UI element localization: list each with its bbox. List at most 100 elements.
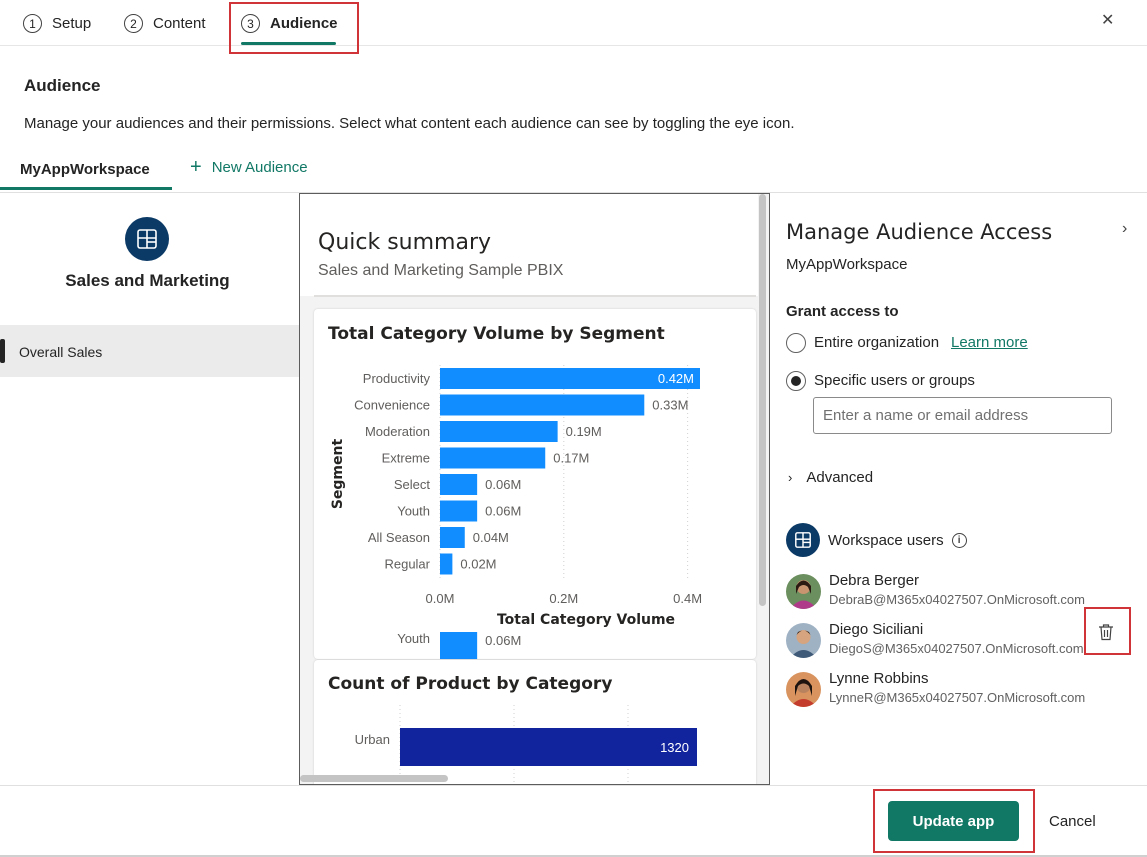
- chevron-right-icon: ›: [788, 470, 793, 485]
- report-subtitle: Sales and Marketing Sample PBIX: [318, 262, 564, 279]
- data-label: 0.06M: [485, 477, 521, 492]
- nav-item-overall-sales[interactable]: Overall Sales: [0, 325, 299, 377]
- app-navigation: Sales and Marketing Overall Sales: [0, 193, 299, 785]
- category-label: All Season: [368, 530, 430, 545]
- people-picker-input[interactable]: [813, 397, 1112, 434]
- bar: [440, 500, 478, 522]
- category-label: Urban: [355, 732, 390, 747]
- app-name: Sales and Marketing: [65, 271, 230, 290]
- segment-bar-chart: Productivity 0.42M Convenience 0.33M Moderat…: [330, 365, 702, 659]
- y-axis-title: Segment: [330, 439, 346, 510]
- data-label: 0.17M: [553, 451, 589, 466]
- report-preview[interactable]: Quick summary Sales and Marketing Sample…: [299, 193, 770, 785]
- category-label: Regular: [384, 557, 430, 572]
- wizard-steps: 1 Setup 2 Content 3 Audience: [0, 0, 1147, 46]
- category-label: Select: [394, 477, 431, 492]
- user-name: Lynne Robbins: [829, 670, 929, 687]
- chart-card-segment[interactable]: Total Category Volume by Segment Product…: [314, 309, 756, 659]
- cancel-button[interactable]: Cancel: [1049, 813, 1096, 830]
- bar: [440, 447, 546, 469]
- data-label: 1320: [660, 740, 689, 755]
- data-label: 0.42M: [658, 371, 694, 386]
- user-name: Diego Siciliani: [829, 621, 924, 638]
- report-title: Quick summary: [318, 230, 492, 255]
- close-icon[interactable]: ✕: [1101, 10, 1114, 30]
- user-email: DiegoS@M365x04027507.OnMicrosoft.com: [829, 641, 1084, 656]
- new-audience-button[interactable]: + New Audience: [190, 156, 308, 178]
- divider: [0, 785, 1147, 786]
- user-row: Debra Berger DebraB@M365x04027507.OnMicr…: [786, 572, 1146, 612]
- bar: [400, 728, 697, 766]
- tick-label: 0.2M: [549, 591, 578, 606]
- highlight-box: [229, 2, 359, 54]
- data-label: 0.19M: [566, 424, 602, 439]
- radio-entire-organization[interactable]: [786, 333, 806, 353]
- report-header: Quick summary Sales and Marketing Sample…: [300, 194, 758, 296]
- tick-label: 0.4M: [673, 591, 702, 606]
- user-name: Debra Berger: [829, 572, 920, 589]
- category-bar-chart: Urban 1320: [355, 705, 697, 784]
- step-label: Content: [153, 15, 206, 32]
- bar: [440, 394, 645, 416]
- step-setup[interactable]: 1 Setup: [23, 14, 91, 33]
- learn-more-link[interactable]: Learn more: [951, 334, 1028, 351]
- data-label: 0.06M: [485, 633, 521, 648]
- data-label: 0.02M: [460, 557, 496, 572]
- advanced-label: Advanced: [806, 469, 874, 486]
- workspace-users-header: Workspace users i: [786, 523, 967, 557]
- step-number: 1: [23, 14, 42, 33]
- category-label: Youth: [397, 631, 430, 646]
- workspace-icon: [786, 523, 820, 557]
- data-label: 0.33M: [652, 398, 688, 413]
- bar: [440, 632, 478, 659]
- divider: [314, 295, 756, 297]
- avatar: [786, 672, 821, 707]
- new-audience-label: New Audience: [211, 158, 308, 176]
- data-label: 0.04M: [473, 530, 509, 545]
- category-label: Productivity: [363, 371, 431, 386]
- workspace-name: MyAppWorkspace: [786, 256, 908, 273]
- active-tab-indicator: [0, 187, 172, 190]
- app-logo-icon: [125, 217, 169, 261]
- manage-audience-panel: Manage Audience Access › MyAppWorkspace …: [770, 193, 1147, 785]
- panel-title: Manage Audience Access: [786, 220, 1053, 244]
- x-axis-title: Total Category Volume: [497, 612, 675, 628]
- radio-label: Entire organization: [814, 334, 940, 351]
- avatar: [786, 623, 821, 658]
- avatar: [786, 574, 821, 609]
- selected-indicator: [0, 339, 5, 363]
- page-description: Manage your audiences and their permissi…: [24, 115, 795, 132]
- user-email: LynneR@M365x04027507.OnMicrosoft.com: [829, 690, 1086, 705]
- vertical-scrollbar[interactable]: [759, 194, 766, 606]
- highlight-box: [1084, 607, 1131, 655]
- workspace-users-label: Workspace users: [828, 531, 944, 549]
- step-content[interactable]: 2 Content: [124, 14, 206, 33]
- horizontal-scrollbar[interactable]: [300, 775, 448, 782]
- radio-specific-users[interactable]: [786, 371, 806, 391]
- step-label: Setup: [52, 15, 92, 32]
- category-label: Convenience: [354, 398, 430, 413]
- chart-card-category[interactable]: Count of Product by Category Urban 1320: [314, 660, 756, 784]
- tab-myappworkspace[interactable]: MyAppWorkspace: [20, 161, 150, 178]
- chevron-right-icon[interactable]: ›: [1122, 220, 1127, 238]
- page-title: Audience: [24, 76, 101, 95]
- info-icon[interactable]: i: [951, 532, 967, 548]
- radio-label: Specific users or groups: [814, 372, 975, 389]
- grant-access-label: Grant access to: [786, 303, 899, 320]
- plus-icon: +: [190, 156, 202, 178]
- user-row: Lynne Robbins LynneR@M365x04027507.OnMic…: [786, 670, 1146, 710]
- category-label: Moderation: [365, 424, 430, 439]
- user-email: DebraB@M365x04027507.OnMicrosoft.com: [829, 592, 1085, 607]
- advanced-expander[interactable]: › Advanced: [788, 469, 873, 486]
- nav-item-label: Overall Sales: [19, 344, 103, 360]
- bar: [440, 421, 558, 442]
- bar: [440, 474, 478, 495]
- bar: [440, 553, 453, 575]
- step-number: 2: [124, 14, 143, 33]
- category-label: Youth: [397, 504, 430, 519]
- bar: [440, 527, 465, 548]
- tick-label: 0.0M: [426, 591, 455, 606]
- data-label: 0.06M: [485, 504, 521, 519]
- category-label: Extreme: [382, 451, 430, 466]
- highlight-box: [873, 789, 1035, 853]
